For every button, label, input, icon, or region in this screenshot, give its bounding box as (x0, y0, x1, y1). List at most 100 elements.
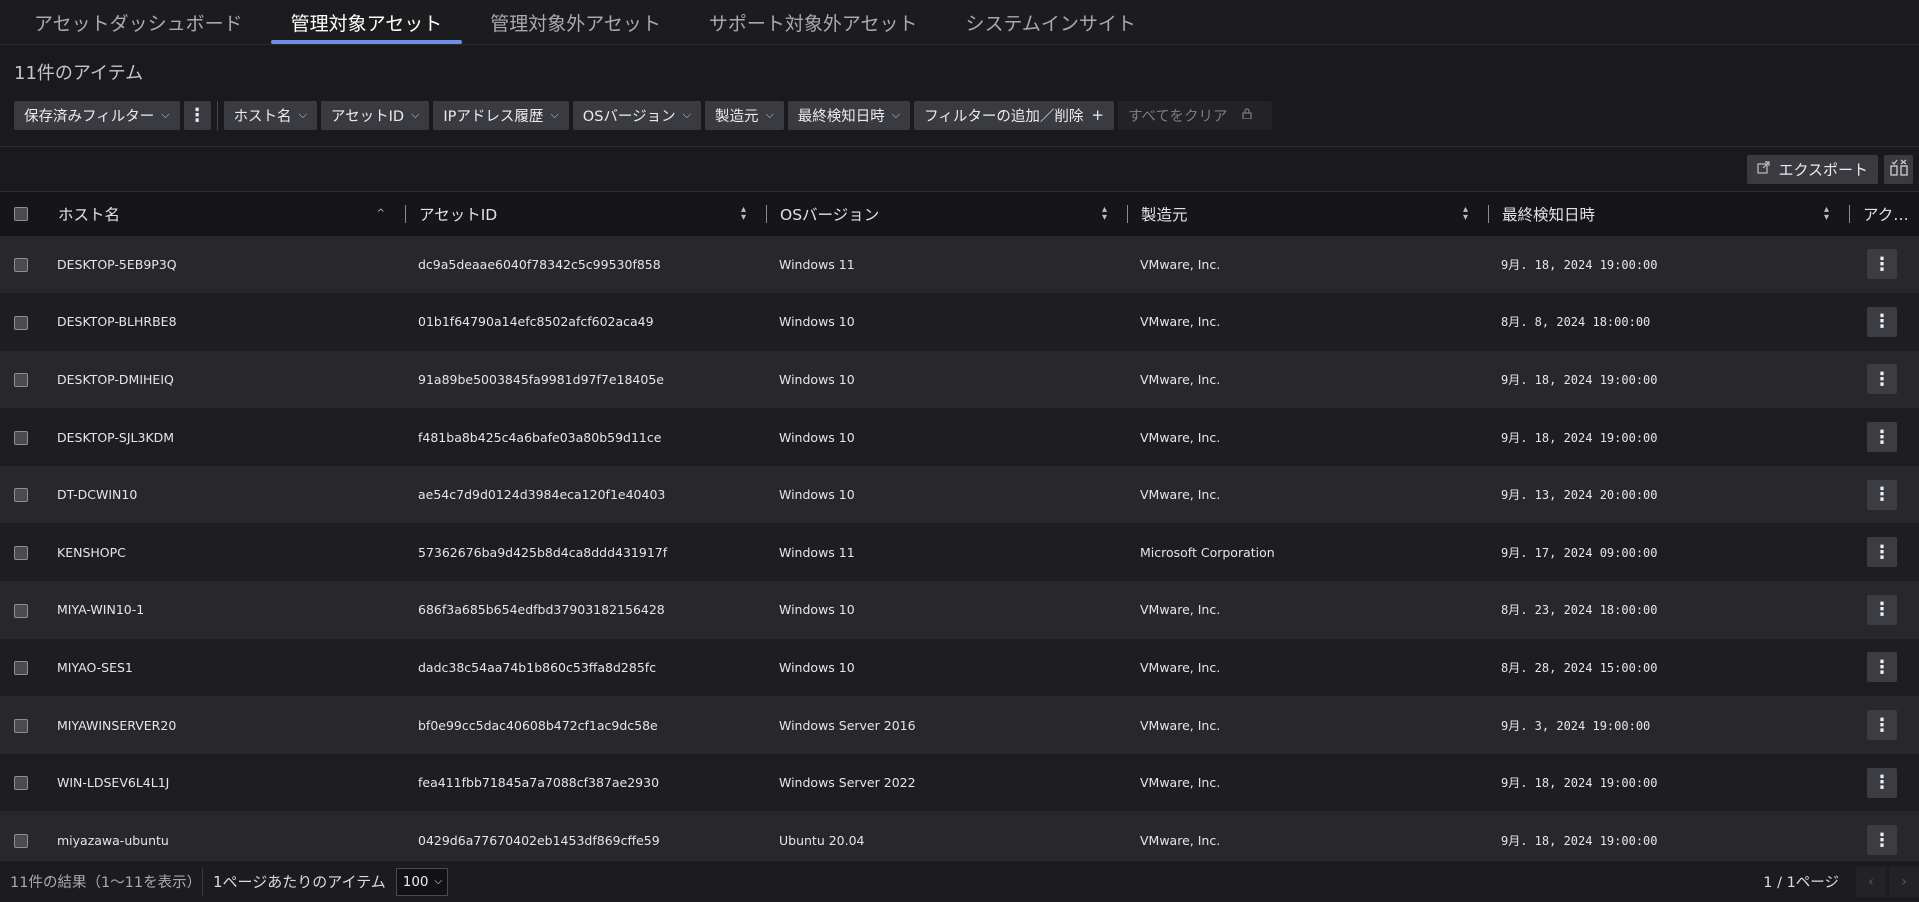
header-host-label: ホスト名 (58, 205, 121, 224)
row-checkbox[interactable] (14, 833, 28, 848)
tab-asset-dashboard[interactable]: アセットダッシュボード (14, 0, 263, 44)
row-select-cell[interactable] (0, 408, 44, 466)
row-actions-button[interactable]: ⋮ (1867, 422, 1897, 453)
row-actions-button[interactable]: ⋮ (1867, 652, 1897, 683)
cell-actions: ⋮ (1849, 696, 1919, 754)
cell-host: DESKTOP-5EB9P3Q (57, 256, 177, 272)
row-actions-button[interactable]: ⋮ (1867, 249, 1897, 280)
cell-os: Windows 10 (779, 602, 855, 618)
row-checkbox[interactable] (14, 488, 28, 503)
items-per-page-value: 100 (402, 873, 429, 890)
items-per-page: 1ページあたりのアイテム 100 ⌵ (203, 867, 448, 896)
table-row[interactable]: MIYAWINSERVER20 bf0e99cc5dac40608b472cf1a… (0, 696, 1919, 754)
table-row[interactable]: MIYA-WIN10-1 686f3a685b654edfbd3790318215… (0, 581, 1919, 639)
clear-all-button[interactable]: すべてをクリア (1117, 100, 1272, 130)
filter-last-detected[interactable]: 最終検知日時 ⌵ (787, 100, 911, 130)
sort-icon[interactable]: ▴ ▾ (741, 204, 746, 222)
row-actions-button[interactable]: ⋮ (1867, 537, 1897, 568)
items-per-page-select[interactable]: 100 ⌵ (395, 867, 448, 896)
row-actions-button[interactable]: ⋮ (1867, 306, 1897, 337)
cell-os: Windows 11 (779, 544, 855, 560)
filter-host[interactable]: ホスト名 ⌵ (223, 100, 317, 130)
row-checkbox[interactable] (14, 603, 28, 618)
tab-managed-assets[interactable]: 管理対象アセット (270, 0, 463, 44)
tab-unmanaged-assets[interactable]: 管理対象外アセット (470, 0, 681, 44)
select-all-checkbox[interactable] (14, 207, 28, 222)
export-icon (1757, 160, 1771, 178)
table-row[interactable]: DESKTOP-DMIHEIQ 91a89be5003845fa9981d97f7… (0, 350, 1919, 409)
row-select-cell[interactable] (0, 293, 44, 351)
table-row[interactable]: DESKTOP-SJL3KDM f481ba8b425c4a6bafe03a80b… (0, 408, 1919, 466)
row-checkbox[interactable] (14, 315, 28, 330)
row-select-cell[interactable] (0, 523, 44, 581)
row-actions-button[interactable]: ⋮ (1867, 479, 1897, 510)
row-checkbox[interactable] (14, 718, 28, 733)
filter-os-version[interactable]: OSバージョン ⌵ (572, 100, 701, 130)
filter-ip-history-label: IPアドレス履歴 (443, 108, 544, 125)
row-actions-button[interactable]: ⋮ (1867, 825, 1897, 856)
tab-unsupported-assets[interactable]: サポート対象外アセット (689, 0, 938, 44)
clear-all-label: すべてをクリア (1127, 108, 1228, 125)
row-actions-button[interactable]: ⋮ (1867, 710, 1897, 741)
table-row[interactable]: DT-DCWIN10 ae54c7d9d0124d3984eca120f1e404… (0, 465, 1919, 524)
header-host[interactable]: ホスト名 ^ (44, 192, 405, 236)
cell-manufacturer: VMware, Inc. (1140, 602, 1221, 618)
cell-asset-id: 57362676ba9d425b8d4ca8ddd431917f (418, 544, 668, 560)
header-manufacturer[interactable]: 製造元 ▴ ▾ (1127, 192, 1488, 236)
cell-last-detected: 8月. 8, 2024 18:00:00 (1501, 315, 1651, 330)
chevron-down-icon: ⌵ (682, 108, 691, 121)
filter-manufacturer[interactable]: 製造元 ⌵ (704, 100, 784, 130)
sort-asc-icon[interactable]: ^ (377, 208, 385, 218)
export-button[interactable]: エクスポート (1747, 154, 1878, 184)
table-row[interactable]: WIN-LDSEV6L4L1J fea411fbb71845a7a7088cf38… (0, 753, 1919, 812)
prev-page-button[interactable]: ‹ (1856, 866, 1886, 897)
row-checkbox[interactable] (14, 776, 28, 791)
header-last-detected[interactable]: 最終検知日時 ▴ ▾ (1488, 192, 1849, 236)
row-actions-button[interactable]: ⋮ (1867, 594, 1897, 625)
row-actions-button[interactable]: ⋮ (1867, 364, 1897, 395)
kebab-icon: ⋮ (1873, 368, 1891, 390)
row-checkbox[interactable] (14, 258, 28, 273)
row-checkbox[interactable] (14, 661, 28, 676)
saved-filters-dropdown[interactable]: 保存済みフィルター ⌵ (14, 100, 180, 130)
kebab-icon: ⋮ (1873, 253, 1891, 275)
table-row[interactable]: DESKTOP-BLHRBE8 01b1f64790a14efc8502afcf6… (0, 293, 1919, 351)
table-row[interactable]: MIYAO-SES1 dadc38c54aa74b1b860c53ffa8d285… (0, 638, 1919, 697)
header-select-all[interactable] (0, 192, 44, 236)
next-page-button[interactable]: › (1889, 866, 1919, 897)
column-settings-button[interactable] (1884, 154, 1913, 184)
row-checkbox[interactable] (14, 430, 28, 445)
row-select-cell[interactable] (0, 581, 44, 639)
row-select-cell[interactable] (0, 466, 44, 524)
filter-menu-button[interactable]: ⋮ (183, 100, 211, 130)
cell-actions: ⋮ (1849, 408, 1919, 466)
row-checkbox[interactable] (14, 373, 28, 388)
header-os[interactable]: OSバージョン ▴ ▾ (766, 192, 1127, 236)
header-asset-id[interactable]: アセットID ▴ ▾ (405, 192, 766, 236)
cell-actions: ⋮ (1849, 639, 1919, 697)
add-remove-filter-label: フィルターの追加／削除 (924, 108, 1084, 125)
row-select-cell[interactable] (0, 696, 44, 754)
filter-ip-history[interactable]: IPアドレス履歴 ⌵ (433, 100, 569, 130)
row-checkbox[interactable] (14, 546, 28, 561)
row-actions-button[interactable]: ⋮ (1867, 767, 1897, 798)
sort-icon[interactable]: ▴ ▾ (1102, 204, 1107, 222)
table-row[interactable]: KENSHOPC 57362676ba9d425b8d4ca8ddd431917f… (0, 523, 1919, 582)
sort-icon[interactable]: ▴ ▾ (1824, 204, 1829, 222)
row-select-cell[interactable] (0, 351, 44, 409)
table-row[interactable]: DESKTOP-5EB9P3Q dc9a5deaae6040f78342c5c99… (0, 235, 1919, 294)
cell-manufacturer: VMware, Inc. (1140, 371, 1221, 387)
cell-manufacturer: VMware, Inc. (1140, 314, 1221, 330)
row-select-cell[interactable] (0, 236, 44, 294)
filter-asset-id[interactable]: アセットID ⌵ (320, 100, 430, 130)
items-per-page-label: 1ページあたりのアイテム (213, 873, 386, 891)
cell-last-detected: 9月. 18, 2024 19:00:00 (1501, 776, 1658, 791)
sort-icon[interactable]: ▴ ▾ (1463, 204, 1468, 222)
row-select-cell[interactable] (0, 754, 44, 812)
chevron-right-icon: › (1901, 873, 1907, 890)
cell-os: Windows 10 (779, 487, 855, 503)
add-remove-filter-button[interactable]: フィルターの追加／削除 + (914, 100, 1114, 130)
chevron-down-icon: ⌵ (161, 108, 170, 121)
tab-system-insights[interactable]: システムインサイト (946, 0, 1156, 44)
row-select-cell[interactable] (0, 639, 44, 697)
